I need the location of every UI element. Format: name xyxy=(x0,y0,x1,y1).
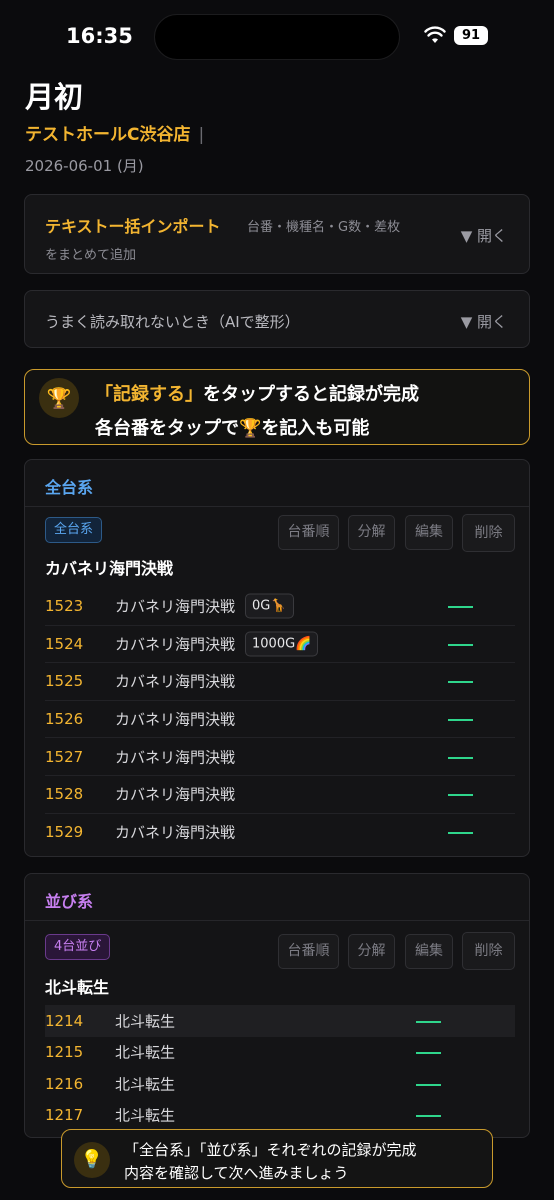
banner-line-1: 「記録する」をタップすると記録が完成 xyxy=(95,384,419,405)
sort-button[interactable]: 台番順 xyxy=(278,515,339,550)
text-import-title: テキストー括インポート xyxy=(45,217,221,236)
record-chip: 1000G🌈 xyxy=(245,631,319,657)
row-machine-name: カバネリ海門決戦 xyxy=(115,823,236,842)
machine-row[interactable]: 1529 カバネリ海門決戦 xyxy=(45,814,515,852)
machine-row[interactable]: 1214 北斗転生 xyxy=(45,1005,515,1037)
group-tag: 全台系 xyxy=(45,517,103,543)
status-dash xyxy=(448,719,473,722)
banner-line-2: 各台番をタップで🏆を記入も可能 xyxy=(95,418,370,439)
row-machine-name: 北斗転生 xyxy=(115,1043,176,1062)
row-number[interactable]: 1527 xyxy=(45,748,83,766)
row-number[interactable]: 1523 xyxy=(45,597,83,615)
row-number[interactable]: 1526 xyxy=(45,710,83,728)
group-header: 全台系 xyxy=(25,460,529,507)
ai-format-panel[interactable]: うまく読み取れないとき（AIで整形） ▼ 開く xyxy=(24,290,530,348)
text-import-description: 台番・機種名・G数・差枚 xyxy=(247,220,401,235)
row-number[interactable]: 1528 xyxy=(45,785,83,803)
lightbulb-icon: 💡 xyxy=(74,1142,110,1178)
record-hint-banner: 🏆 「記録する」をタップすると記録が完成 各台番をタップで🏆を記入も可能 xyxy=(24,369,530,445)
machine-row[interactable]: 1526 カバネリ海門決戦 xyxy=(45,701,515,739)
row-number[interactable]: 1524 xyxy=(45,635,83,653)
machine-row[interactable]: 1215 北斗転生 xyxy=(45,1037,515,1069)
edit-button[interactable]: 編集 xyxy=(405,934,453,969)
wifi-icon xyxy=(424,26,446,43)
row-number[interactable]: 1216 xyxy=(45,1075,83,1093)
row-number[interactable]: 1214 xyxy=(45,1012,83,1030)
split-button[interactable]: 分解 xyxy=(348,515,395,550)
split-button[interactable]: 分解 xyxy=(348,934,395,969)
machine-row[interactable]: 1216 北斗転生 xyxy=(45,1068,515,1100)
row-machine-name: カバネリ海門決戦 xyxy=(115,635,236,654)
row-machine-name: カバネリ海門決戦 xyxy=(115,672,236,691)
store-line: テストホールC渋谷店 | xyxy=(25,120,204,145)
toast-line-2: 内容を確認して次へ進みましょう xyxy=(124,1164,349,1182)
group-header: 並び系 xyxy=(25,874,529,921)
machine-title: カバネリ海門決戦 xyxy=(45,559,174,578)
sort-button[interactable]: 台番順 xyxy=(278,934,339,969)
machine-row[interactable]: 1525 カバネリ海門決戦 xyxy=(45,663,515,701)
battery-icon: 91 xyxy=(454,26,488,45)
edit-button[interactable]: 編集 xyxy=(405,515,453,550)
store-name[interactable]: テストホールC渋谷店 xyxy=(25,125,190,145)
machine-row[interactable]: 1524 カバネリ海門決戦 1000G🌈 xyxy=(45,626,515,664)
dynamic-island xyxy=(154,14,400,60)
machine-row[interactable]: 1523 カバネリ海門決戦 0G🦒 xyxy=(45,588,515,626)
status-dash xyxy=(416,1020,441,1023)
row-machine-name: カバネリ海門決戦 xyxy=(115,710,236,729)
row-machine-name: 北斗転生 xyxy=(115,1106,176,1125)
row-number[interactable]: 1525 xyxy=(45,672,83,690)
completion-toast: 💡 「全台系」「並び系」それぞれの記録が完成 内容を確認して次へ進みましょう xyxy=(61,1129,493,1188)
group-all-machines: 全台系 全台系 台番順 分解 編集 削除 カバネリ海門決戦 1523 カバネリ海門… xyxy=(24,459,530,857)
machine-title: 北斗転生 xyxy=(45,978,110,997)
trophy-icon: 🏆 xyxy=(39,378,79,418)
machine-row[interactable]: 1217 北斗転生 xyxy=(45,1100,515,1132)
group-title: 全台系 xyxy=(45,478,94,497)
status-dash xyxy=(448,681,473,684)
ai-format-open-toggle[interactable]: ▼ 開く xyxy=(461,311,507,332)
row-number[interactable]: 1217 xyxy=(45,1106,83,1124)
machine-list: 1523 カバネリ海門決戦 0G🦒 1524 カバネリ海門決戦 1000G🌈 1525 カ… xyxy=(45,588,515,851)
row-machine-name: カバネリ海門決戦 xyxy=(115,748,236,767)
status-dash xyxy=(416,1052,441,1055)
row-machine-name: カバネリ海門決戦 xyxy=(115,785,236,804)
record-chip: 0G🦒 xyxy=(245,593,294,619)
status-dash xyxy=(448,832,473,835)
group-tag: 4台並び xyxy=(45,934,111,960)
text-import-description-cont: をまとめて追加 xyxy=(45,248,137,263)
machine-row[interactable]: 1528 カバネリ海門決戦 xyxy=(45,776,515,814)
status-dash xyxy=(416,1115,441,1118)
machine-row[interactable]: 1527 カバネリ海門決戦 xyxy=(45,738,515,776)
row-number[interactable]: 1215 xyxy=(45,1043,83,1061)
status-dash xyxy=(416,1083,441,1086)
status-time: 16:35 xyxy=(66,24,133,48)
group-adjacent-machines: 並び系 4台並び 台番順 分解 編集 削除 北斗転生 1214 北斗転生 1215… xyxy=(24,873,530,1138)
date-label: 2026-06-01 (月) xyxy=(25,157,144,175)
status-dash xyxy=(448,756,473,759)
row-number[interactable]: 1529 xyxy=(45,823,83,841)
row-machine-name: 北斗転生 xyxy=(115,1075,176,1094)
delete-button[interactable]: 削除 xyxy=(462,932,515,970)
text-import-open-toggle[interactable]: ▼ 開く xyxy=(461,225,507,246)
store-separator: | xyxy=(198,125,205,145)
status-dash xyxy=(448,643,473,646)
toast-line-1: 「全台系」「並び系」それぞれの記録が完成 xyxy=(124,1141,417,1159)
group-title: 並び系 xyxy=(45,892,94,911)
ai-format-title: うまく読み取れないとき（AIで整形） xyxy=(45,313,300,331)
status-bar: 16:35 91 xyxy=(0,0,554,72)
status-dash xyxy=(448,606,473,609)
delete-button[interactable]: 削除 xyxy=(462,514,515,552)
trophy-inline-icon: 🏆 xyxy=(239,418,262,439)
row-machine-name: 北斗転生 xyxy=(115,1012,176,1031)
row-machine-name: カバネリ海門決戦 xyxy=(115,597,236,616)
machine-list: 1214 北斗転生 1215 北斗転生 1216 北斗転生 1217 北斗転生 xyxy=(45,1005,515,1131)
text-import-panel[interactable]: テキストー括インポート 台番・機種名・G数・差枚 をまとめて追加 ▼ 開く xyxy=(24,194,530,274)
status-dash xyxy=(448,794,473,797)
page-title: 月初 xyxy=(25,80,84,114)
